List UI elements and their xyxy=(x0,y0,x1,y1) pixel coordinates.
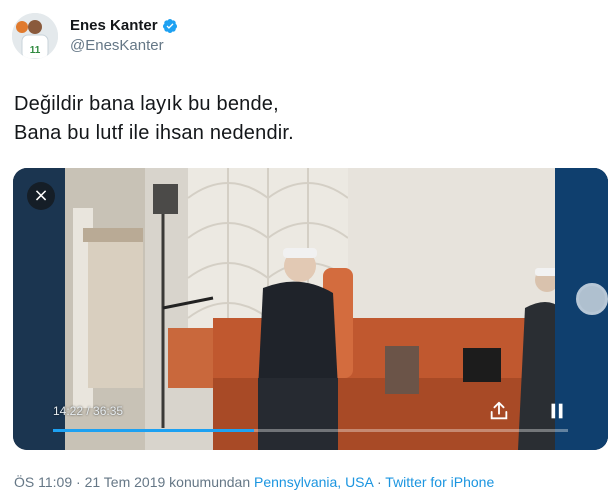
tweet-meta: ÖS 11:09 · 21 Tem 2019 konumundan Pennsy… xyxy=(14,474,494,490)
tweet-date[interactable]: 21 Tem 2019 xyxy=(85,474,166,490)
location-prefix: konumundan xyxy=(165,474,255,490)
share-icon[interactable] xyxy=(488,400,510,422)
source-link[interactable]: Twitter for iPhone xyxy=(385,474,494,490)
author-name-text[interactable]: Enes Kanter xyxy=(70,17,158,34)
tweet-line: Bana bu lutf ile ihsan nedendir. xyxy=(14,122,294,144)
location-link[interactable]: Pennsylvania, USA xyxy=(254,474,373,490)
author-name[interactable]: Enes Kanter xyxy=(70,17,178,34)
verified-badge-icon xyxy=(162,18,177,33)
pause-icon[interactable] xyxy=(546,400,568,422)
tweet-text: Değildir bana layık bu bende, Bana bu lu… xyxy=(14,90,294,148)
close-icon: × xyxy=(33,185,49,206)
avatar-image: 11 xyxy=(12,13,58,59)
close-button[interactable]: × xyxy=(27,182,55,210)
video-progress-fill xyxy=(53,429,254,432)
tweet-line: Değildir bana layık bu bende, xyxy=(14,93,279,115)
svg-text:11: 11 xyxy=(30,45,41,56)
scrub-handle-icon[interactable] xyxy=(576,283,608,315)
video-progress-track[interactable] xyxy=(53,429,568,432)
video-time: 14:22 / 36:35 xyxy=(53,404,124,418)
video-player[interactable]: × 14:22 / 36:35 xyxy=(13,168,608,450)
meta-separator: · xyxy=(72,474,85,490)
meta-separator: · xyxy=(373,474,386,490)
author-handle[interactable]: @EnesKanter xyxy=(70,37,164,54)
author-avatar[interactable]: 11 xyxy=(12,13,58,59)
tweet-time[interactable]: ÖS 11:09 xyxy=(14,474,72,490)
